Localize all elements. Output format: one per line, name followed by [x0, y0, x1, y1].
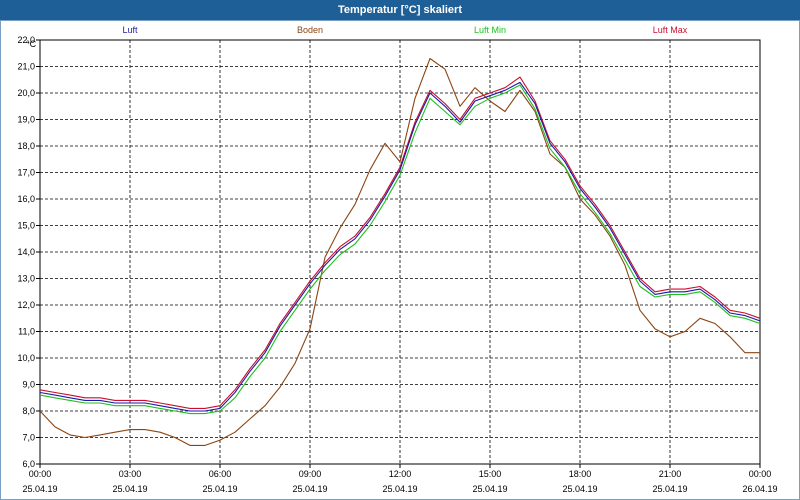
x-tick-date-label: 25.04.19	[562, 484, 597, 494]
y-tick-label: 15,0	[17, 221, 35, 231]
x-tick-time-label: 03:00	[119, 469, 142, 479]
x-tick-time-label: 09:00	[299, 469, 322, 479]
y-axis-unit: °C	[26, 39, 37, 49]
x-tick-date-label: 25.04.19	[382, 484, 417, 494]
y-tick-label: 7,0	[22, 433, 35, 443]
y-tick-label: 10,0	[17, 353, 35, 363]
y-tick-label: 9,0	[22, 380, 35, 390]
y-tick-label: 11,0	[18, 327, 35, 337]
legend-entry: Boden	[297, 25, 323, 35]
legend-entry: Luft	[122, 25, 138, 35]
x-tick-time-label: 00:00	[749, 469, 772, 479]
y-tick-label: 20,0	[17, 88, 35, 98]
y-tick-label: 18,0	[17, 141, 35, 151]
y-tick-label: 21,0	[17, 62, 35, 72]
x-tick-time-label: 21:00	[659, 469, 682, 479]
y-tick-label: 6,0	[22, 459, 35, 469]
x-tick-date-label: 25.04.19	[292, 484, 327, 494]
x-tick-date-label: 25.04.19	[22, 484, 57, 494]
y-tick-label: 16,0	[17, 194, 35, 204]
y-tick-label: 8,0	[22, 406, 35, 416]
x-tick-date-label: 25.04.19	[652, 484, 687, 494]
x-tick-time-label: 00:00	[29, 469, 52, 479]
legend: Luft Boden Luft Min Luft Max	[122, 25, 687, 35]
x-tick-time-label: 15:00	[479, 469, 502, 479]
y-tick-label: 19,0	[17, 115, 35, 125]
x-tick-date-label: 26.04.19	[742, 484, 777, 494]
x-tick-time-label: 18:00	[569, 469, 592, 479]
y-tick-label: 14,0	[17, 247, 35, 257]
chart-canvas: 6,0 7,0 8,0 9,0 10,0 11,0 12,0 13,0 14,0 15,0 16,0…	[17, 25, 777, 494]
y-tick-label: 13,0	[17, 274, 35, 284]
legend-entry: Luft Max	[653, 25, 688, 35]
y-tick-label: 12,0	[17, 300, 35, 310]
legend-entry: Luft Min	[474, 25, 506, 35]
x-tick-date-label: 25.04.19	[112, 484, 147, 494]
x-tick-time-label: 06:00	[209, 469, 232, 479]
x-tick-date-label: 25.04.19	[202, 484, 237, 494]
x-tick-time-label: 12:00	[389, 469, 412, 479]
y-tick-label: 17,0	[17, 168, 35, 178]
x-tick-date-label: 25.04.19	[472, 484, 507, 494]
